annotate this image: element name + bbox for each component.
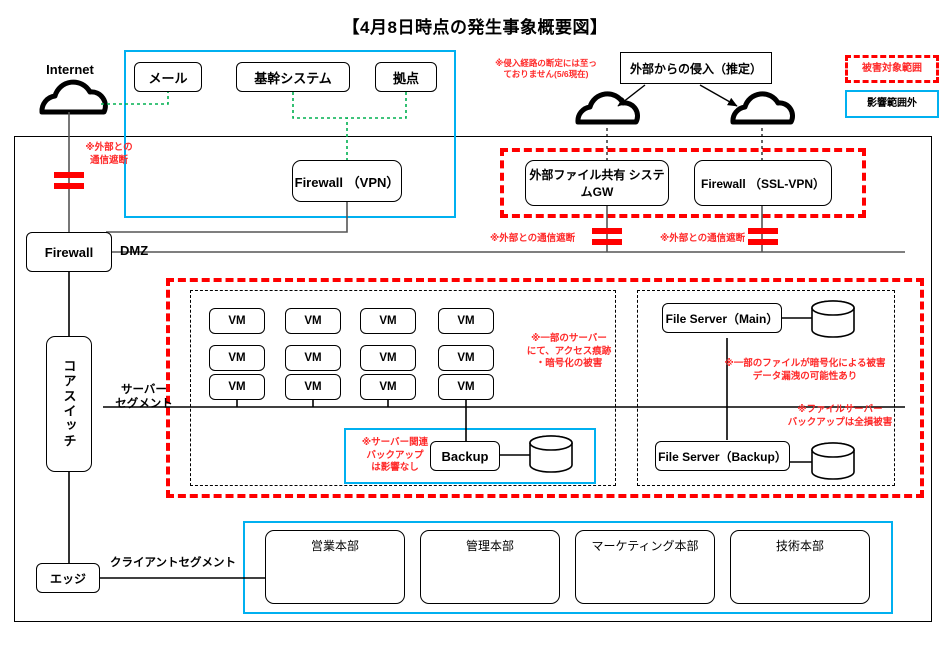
backup-disk-icon — [529, 435, 573, 473]
node-file-server-main-label: File Server（Main） — [665, 311, 779, 326]
node-department[interactable]: 管理本部 — [420, 530, 560, 604]
node-firewall-label: Firewall — [44, 244, 94, 260]
node-core-switch[interactable]: コアスイッチ — [46, 336, 92, 472]
node-vm[interactable]: VM — [360, 308, 416, 334]
internet-cloud-icon — [39, 79, 108, 115]
node-external-intrusion-label: 外部からの侵入（推定） — [629, 61, 762, 76]
intrusion-arrow-right — [699, 84, 738, 107]
node-file-server-backup[interactable]: File Server（Backup） — [655, 441, 790, 471]
node-core-switch-label: コアスイッチ — [61, 359, 77, 449]
node-vm[interactable]: VM — [360, 345, 416, 371]
node-firewall-sslvpn[interactable]: Firewall （SSL-VPN） — [694, 160, 832, 206]
node-vm[interactable]: VM — [285, 308, 341, 334]
node-department-label: 営業本部 — [310, 539, 359, 553]
node-core-system[interactable]: 基幹システム — [236, 62, 350, 92]
fs-backup-disk-icon — [811, 442, 855, 480]
cut-symbol-sslvpn — [748, 228, 778, 245]
client-segment-label: クライアントセグメント — [110, 557, 237, 569]
legend-safe-label: 影響範囲外 — [867, 98, 917, 109]
node-vm-label: VM — [304, 315, 322, 327]
node-vm[interactable]: VM — [209, 345, 265, 371]
intrusion-route-note: ※侵入経路の断定には至っ ておりません(5/6現在) — [495, 58, 597, 80]
vm-damage-note: ※一部のサーバー にて、アクセス痕跡 ・暗号化の被害 — [526, 333, 612, 370]
file-server-damage-note: ※一部のファイルが暗号化による被害 データ漏洩の可能性あり — [724, 358, 886, 382]
node-firewall-vpn[interactable]: Firewall （VPN） — [292, 160, 402, 202]
node-vm-label: VM — [457, 381, 475, 393]
firewall-vpn-to-dmz — [106, 202, 348, 233]
mail-link — [101, 92, 169, 105]
node-branch-label: 拠点 — [392, 70, 419, 86]
external-cloud-icon-right — [730, 91, 795, 125]
node-backup-label: Backup — [441, 448, 489, 464]
node-department[interactable]: マーケティング本部 — [575, 530, 715, 604]
node-vm-label: VM — [304, 381, 322, 393]
node-vm-label: VM — [228, 381, 246, 393]
node-vm[interactable]: VM — [360, 374, 416, 400]
node-department-label: 技術本部 — [775, 539, 824, 553]
node-vm[interactable]: VM — [285, 374, 341, 400]
node-department[interactable]: 営業本部 — [265, 530, 405, 604]
fs-main-disk-icon — [811, 300, 855, 338]
node-vm-label: VM — [228, 352, 246, 364]
backup-safe-note: ※サーバー関連 バックアップ は影響なし — [361, 437, 429, 474]
server-segment-label: サーバー セグメント — [115, 384, 173, 410]
node-vm-label: VM — [304, 352, 322, 364]
node-vm-label: VM — [379, 352, 397, 364]
node-external-file-share-gw-label: 外部ファイル共有 システムGW — [529, 168, 665, 199]
node-branch[interactable]: 拠点 — [375, 62, 437, 92]
node-external-intrusion[interactable]: 外部からの侵入（推定） — [620, 52, 772, 84]
node-edge-label: エッジ — [49, 571, 86, 586]
cut-note-sslvpn: ※外部との通信遮断 — [660, 233, 746, 244]
node-file-server-backup-label: File Server（Backup） — [658, 449, 787, 464]
node-firewall-sslvpn-label: Firewall （SSL-VPN） — [700, 176, 826, 191]
cut-symbol-gw — [592, 228, 622, 245]
node-department[interactable]: 技術本部 — [730, 530, 870, 604]
node-firewall[interactable]: Firewall — [26, 232, 112, 272]
node-vm-label: VM — [228, 315, 246, 327]
cut-symbol-internet — [54, 172, 84, 189]
node-backup[interactable]: Backup — [430, 441, 500, 471]
node-vm[interactable]: VM — [438, 308, 494, 334]
node-vm-label: VM — [457, 315, 475, 327]
node-department-label: 管理本部 — [465, 539, 514, 553]
node-vm-label: VM — [457, 352, 475, 364]
node-mail[interactable]: メール — [134, 62, 202, 92]
node-vm[interactable]: VM — [209, 374, 265, 400]
node-vm-label: VM — [379, 381, 397, 393]
node-edge[interactable]: エッジ — [36, 563, 100, 593]
node-firewall-vpn-label: Firewall （VPN） — [294, 174, 400, 190]
diagram-canvas: 【4月8日時点の発生事象概要図】 Internet メール 基幹システム 拠点 … — [0, 0, 950, 650]
core-system-link — [292, 92, 348, 160]
node-vm[interactable]: VM — [438, 345, 494, 371]
node-mail-label: メール — [148, 70, 188, 86]
internet-label: Internet — [46, 62, 94, 77]
node-external-file-share-gw[interactable]: 外部ファイル共有 システムGW — [525, 160, 669, 206]
file-server-backup-damage-note: ※ファイルサーバー バックアップは全損被害 — [787, 404, 893, 428]
dmz-label: DMZ — [120, 243, 149, 258]
branch-link — [347, 92, 407, 119]
internet-cut-note: ※外部との 通信遮断 — [85, 142, 133, 166]
node-core-system-label: 基幹システム — [254, 70, 332, 86]
node-vm[interactable]: VM — [438, 374, 494, 400]
node-department-label: マーケティング本部 — [591, 539, 699, 553]
node-vm-label: VM — [379, 315, 397, 327]
node-vm[interactable]: VM — [209, 308, 265, 334]
node-file-server-main[interactable]: File Server（Main） — [662, 303, 782, 333]
legend-damage-label: 被害対象範囲 — [862, 63, 922, 74]
cut-note-gw: ※外部との通信遮断 — [490, 233, 576, 244]
node-vm[interactable]: VM — [285, 345, 341, 371]
